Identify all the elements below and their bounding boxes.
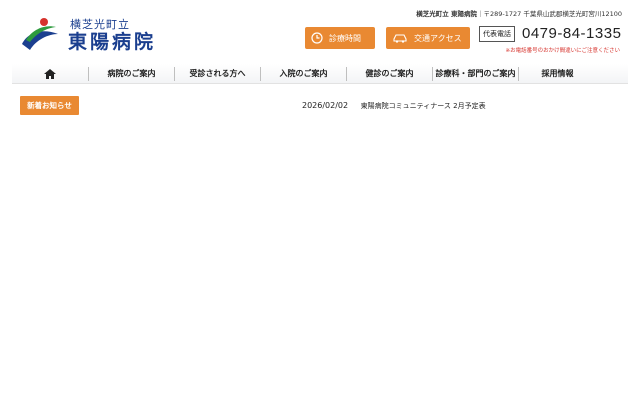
address-line: 横芝光町立 東陽病院｜〒289-1727 千葉県山武郡横芝光町宮川12100	[416, 8, 622, 18]
site-header: 横芝光町立 東陽病院 横芝光町立 東陽病院｜〒289-1727 千葉県山武郡横芝…	[0, 0, 640, 66]
car-icon	[393, 34, 407, 43]
phone-tag: 代表電話	[479, 26, 515, 42]
news-title-link[interactable]: 東陽病院コミュニティナース 2月予定表	[361, 102, 486, 110]
news-item[interactable]: 2026/02/02 東陽病院コミュニティナース 2月予定表	[302, 101, 486, 111]
nav-recruit[interactable]: 採用情報	[518, 66, 596, 81]
access-button-label: 交通アクセス	[414, 33, 462, 43]
nav-outpatient[interactable]: 受診される方へ	[174, 66, 260, 81]
phone-number[interactable]: 0479-84-1335	[522, 25, 621, 42]
nav-inpatient[interactable]: 入院のご案内	[260, 66, 346, 81]
clock-icon	[311, 32, 323, 44]
hospital-title[interactable]: 東陽病院	[68, 27, 156, 54]
hospital-logo[interactable]	[18, 14, 62, 54]
news-date: 2026/02/02	[302, 101, 349, 110]
phone-note: ※お電話番号のおかけ間違いにご注意ください	[505, 48, 621, 54]
nav-about[interactable]: 病院のご案内	[88, 66, 174, 81]
address-hospital: 横芝光町立 東陽病院	[416, 10, 477, 18]
hours-button[interactable]: 診療時間	[305, 27, 375, 49]
address-text: ｜〒289-1727 千葉県山武郡横芝光町宮川12100	[476, 10, 622, 18]
news-badge[interactable]: 新着お知らせ	[20, 96, 79, 115]
access-button[interactable]: 交通アクセス	[386, 27, 470, 49]
nav-home[interactable]	[12, 67, 88, 81]
home-icon	[44, 68, 56, 79]
hours-button-label: 診療時間	[329, 33, 361, 43]
nav-checkup[interactable]: 健診のご案内	[346, 66, 432, 81]
nav-departments[interactable]: 診療科・部門のご案内	[432, 66, 518, 81]
global-nav: 病院のご案内 受診される方へ 入院のご案内 健診のご案内 診療科・部門のご案内 …	[12, 64, 628, 84]
